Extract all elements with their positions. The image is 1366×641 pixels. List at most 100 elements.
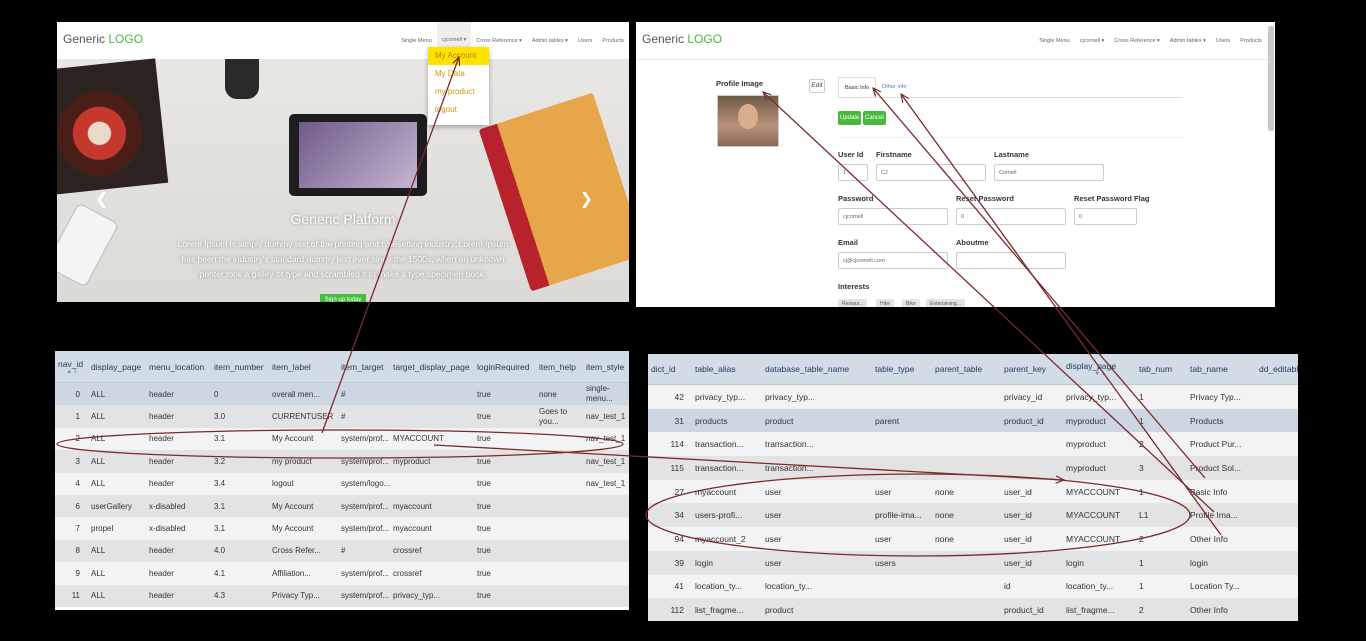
site-logo[interactable]: Generic LOGO bbox=[642, 32, 722, 46]
table-cell: MYACCOUNT bbox=[1063, 503, 1136, 528]
menu-item-logout[interactable]: logout bbox=[428, 101, 489, 119]
column-header-tab-name[interactable]: tab_name bbox=[1187, 354, 1256, 385]
page-scrollbar[interactable] bbox=[1268, 26, 1274, 131]
menu-item-my-product[interactable]: my product bbox=[428, 83, 489, 101]
nav-admin-tables[interactable]: Admin tables ▾ bbox=[527, 38, 573, 44]
table-row[interactable]: 39 login user users user_id login 1 login bbox=[648, 550, 1298, 575]
reset-password-field[interactable]: 0 bbox=[956, 208, 1066, 225]
menu-item-my-account[interactable]: My Account bbox=[428, 47, 489, 65]
table-cell: system/prof... bbox=[338, 584, 390, 607]
firstname-field[interactable]: CJ bbox=[876, 164, 986, 181]
table-row[interactable]: 6 userGallery x-disabled 3.1 My Account syste… bbox=[55, 494, 629, 518]
table-cell: Affiliation... bbox=[269, 562, 338, 585]
table-cell: system/prof... bbox=[338, 562, 390, 585]
table-cell: header bbox=[146, 539, 211, 563]
table-row[interactable]: 1 ALL header 3.0 CURRENTUSER # true Goes to you… bbox=[55, 405, 629, 428]
aboutme-field[interactable] bbox=[956, 252, 1066, 269]
table-cell: system/prof... bbox=[338, 494, 390, 518]
signup-button[interactable]: Sign up today bbox=[320, 294, 366, 302]
table-row[interactable]: 94 myaccount_2 user user none user_id MYACCOUN… bbox=[648, 527, 1298, 551]
column-header-item-label[interactable]: item_label bbox=[269, 351, 338, 383]
password-field[interactable]: cjcornell bbox=[838, 208, 948, 225]
site-logo[interactable]: Generic LOGO bbox=[63, 32, 143, 46]
column-header-item-number[interactable]: item_number bbox=[211, 351, 269, 383]
reset-password-flag-field[interactable]: 0 bbox=[1074, 208, 1137, 225]
column-header-nav-id[interactable]: nav_id ▲ 1 bbox=[55, 351, 88, 383]
update-button[interactable]: Update bbox=[838, 111, 862, 125]
cancel-button[interactable]: Cancel bbox=[863, 111, 886, 125]
column-header-database-table-name[interactable]: database_table_name bbox=[762, 354, 872, 385]
carousel-prev-icon[interactable]: ❮ bbox=[95, 189, 108, 209]
table-cell: nav_test_1 bbox=[583, 427, 629, 451]
table-row[interactable]: 0 ALL header 0 overall men... # true none single… bbox=[55, 382, 629, 406]
nav-single-menu[interactable]: Single Menu bbox=[1034, 38, 1075, 44]
table-cell: 41 bbox=[648, 574, 692, 599]
tab-other-info[interactable]: Other Info bbox=[876, 77, 912, 97]
lastname-field[interactable]: Cornell bbox=[994, 164, 1104, 181]
table-row[interactable]: 112 list_fragme... product product_id list_f… bbox=[648, 598, 1298, 621]
table-row[interactable]: 3 ALL header 3.2 my product system/prof... myp… bbox=[55, 450, 629, 473]
edit-button[interactable]: Edit bbox=[809, 79, 825, 93]
nav-products[interactable]: Products bbox=[1235, 38, 1267, 44]
email-field[interactable]: cj@cjcornell.com bbox=[838, 252, 948, 269]
table-row[interactable]: 31 products product parent product_id myprodu… bbox=[648, 408, 1298, 433]
table-cell: 114 bbox=[648, 432, 692, 457]
interest-chip[interactable]: Restaur... bbox=[838, 299, 868, 307]
column-header-target-display-page[interactable]: target_display_page bbox=[390, 351, 474, 383]
nav-users[interactable]: Users bbox=[1211, 38, 1235, 44]
menu-item-my-data[interactable]: My Data bbox=[428, 65, 489, 83]
user-id-field[interactable]: 1 bbox=[838, 164, 868, 181]
nav-cross-reference[interactable]: Cross Reference ▾ bbox=[1109, 38, 1165, 44]
nav-user-menu[interactable]: cjcornell ▾ bbox=[1075, 38, 1109, 44]
column-header-display-page[interactable]: display_page bbox=[88, 351, 146, 383]
table-row[interactable]: 11 ALL header 4.3 Privacy Typ... system/prof.… bbox=[55, 584, 629, 607]
interest-chip[interactable]: Hike bbox=[876, 299, 895, 307]
column-header-menu-location[interactable]: menu_location bbox=[146, 351, 211, 383]
table-cell: none bbox=[536, 382, 583, 406]
table-row[interactable]: 7 propel x-disabled 3.1 My Account system/pro… bbox=[55, 517, 629, 540]
tab-basic-info[interactable]: Basic Info bbox=[838, 77, 877, 99]
table-row[interactable]: 41 location_ty... location_ty... id location… bbox=[648, 574, 1298, 599]
column-header-dict-id[interactable]: dict_id bbox=[648, 354, 692, 385]
carousel-next-icon[interactable]: ❯ bbox=[580, 189, 593, 209]
table-cell: 27 bbox=[648, 479, 692, 504]
column-header-item-help[interactable]: item_help bbox=[536, 351, 583, 383]
nav-users[interactable]: Users bbox=[573, 38, 597, 44]
nav-cross-reference[interactable]: Cross Reference ▾ bbox=[471, 38, 527, 44]
table-row[interactable]: 27 myaccount user user none user_id MYACCOUNT 1… bbox=[648, 479, 1298, 504]
nav-single-menu[interactable]: Single Menu bbox=[396, 38, 437, 44]
table-cell bbox=[932, 574, 1001, 599]
site-navbar: Generic LOGO Single Menu cjcornell ▾ Cro… bbox=[57, 22, 629, 60]
column-header-parent-key[interactable]: parent_key bbox=[1001, 354, 1063, 385]
table-cell: # bbox=[338, 405, 390, 428]
table-row[interactable]: 4 ALL header 3.4 logout system/logo... true nav… bbox=[55, 472, 629, 495]
table-row[interactable]: 8 ALL header 4.0 Cross Refer... # crossref true bbox=[55, 539, 629, 563]
column-header-display-page[interactable]: display_page ▼ 1 bbox=[1063, 354, 1136, 385]
interest-chip[interactable]: Bike bbox=[902, 299, 920, 307]
column-header-parent-table[interactable]: parent_table bbox=[932, 354, 1001, 385]
nav-admin-tables[interactable]: Admin tables ▾ bbox=[1165, 38, 1211, 44]
column-header-item-target[interactable]: item_target bbox=[338, 351, 390, 383]
table-cell: true bbox=[474, 472, 536, 495]
table-cell bbox=[536, 517, 583, 540]
table-row[interactable]: 42 privacy_typ... privacy_typ... privacy_id… bbox=[648, 384, 1298, 409]
table-row[interactable]: 115 transaction... transaction... myproduct… bbox=[648, 456, 1298, 480]
table-row[interactable]: 2 ALL header 3.1 My Account system/prof... MYA… bbox=[55, 427, 629, 451]
column-header-table-alias[interactable]: table_alias bbox=[692, 354, 762, 385]
interest-chip[interactable]: Entertaining... bbox=[926, 299, 965, 307]
table-row[interactable]: 9 ALL header 4.1 Affiliation... system/prof..… bbox=[55, 562, 629, 585]
column-header-item-style[interactable]: item_style bbox=[583, 351, 629, 383]
column-header-table-type[interactable]: table_type bbox=[872, 354, 932, 385]
column-header-loginrequired[interactable]: loginRequired bbox=[474, 351, 536, 383]
sort-indicator-icon: ▼ 1 bbox=[1094, 371, 1105, 377]
table-cell: Profile Ima... bbox=[1187, 503, 1256, 528]
nav-products[interactable]: Products bbox=[597, 38, 629, 44]
table-cell bbox=[583, 539, 629, 563]
table-cell: product bbox=[762, 598, 872, 621]
column-header-dd-editable[interactable]: dd_editable bbox=[1256, 354, 1298, 385]
table-cell: none bbox=[932, 479, 1001, 504]
table-row[interactable]: 34 users-profi... user profile-ima... none us… bbox=[648, 503, 1298, 528]
column-header-tab-num[interactable]: tab_num bbox=[1136, 354, 1187, 385]
table-row[interactable]: 114 transaction... transaction... myproduct… bbox=[648, 432, 1298, 457]
table-cell: privacy_typ... bbox=[762, 384, 872, 409]
